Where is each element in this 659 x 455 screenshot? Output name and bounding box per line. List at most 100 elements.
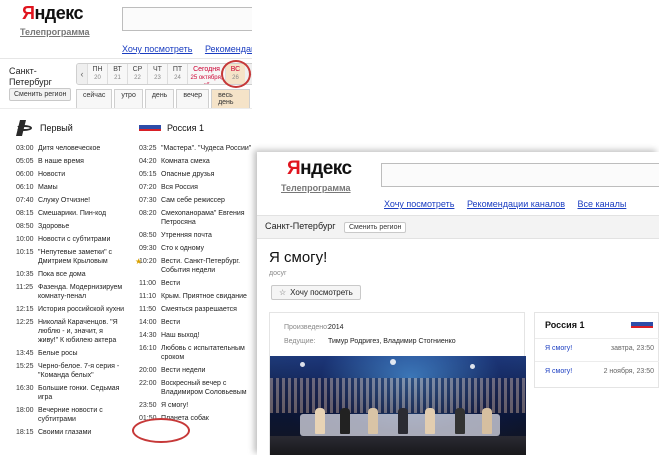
panel-channel-name: Россия 1 <box>545 320 585 330</box>
yandex-logo[interactable]: Яндекс <box>22 3 84 24</box>
stage-light <box>300 362 305 367</box>
program-item[interactable]: 08:20 Смехопанорама" Евгения Петросяна <box>139 209 252 227</box>
russia1-logo-icon <box>139 125 161 131</box>
day-label: ПН <box>92 66 103 73</box>
program-item[interactable]: 11:50 Смеяться разрешается <box>139 305 252 314</box>
nav-link-all-channels[interactable]: Все каналы <box>578 199 627 209</box>
top-nav: Хочу посмотреть Рекомендации каналов Все… <box>384 199 636 209</box>
day-fri[interactable]: ПТ 24 <box>167 64 187 84</box>
field-value: 2014 <box>328 324 344 331</box>
nav-link-want[interactable]: Хочу посмотреть <box>384 199 454 209</box>
program-time: 03:25 <box>139 145 157 152</box>
program-item[interactable]: 11:25 Фазенда. Модернизируем комнату-пена… <box>16 283 124 301</box>
channel-column-russia1: Россия 1 03:25 "Мастера". "Чудеса России"… <box>139 118 252 427</box>
channel-header[interactable]: Россия 1 <box>139 118 252 138</box>
day-today[interactable]: Сегодня 25 октября, сб <box>187 64 225 84</box>
program-time: 05:05 <box>16 158 34 165</box>
program-item[interactable]: 09:30 Сто к одному <box>139 244 252 253</box>
field-label: Произведено: <box>284 324 329 331</box>
person <box>455 408 465 434</box>
program-item[interactable]: 14:30 Наш выход! <box>139 331 252 340</box>
favorite-star-icon[interactable]: ★ <box>135 257 142 266</box>
program-item[interactable]: 07:20 Вся Россия <box>139 183 252 192</box>
logo-letter: Я <box>22 3 35 23</box>
program-item[interactable]: 20:00 Вести недели <box>139 366 252 375</box>
program-item[interactable]: 07:40 Служу Отчизне! <box>16 196 124 205</box>
program-item[interactable]: 13:45 Белые росы <box>16 349 124 358</box>
program-item[interactable]: 12:25 Николай Караченцов. "Я люблю - и, з… <box>16 318 124 345</box>
search-input[interactable] <box>381 163 659 187</box>
service-link[interactable]: Телепрограмма <box>20 27 90 37</box>
program-item[interactable]: 05:05 В наше время <box>16 157 124 166</box>
program-item[interactable]: 06:00 Новости <box>16 170 124 179</box>
program-time: 08:15 <box>16 210 34 217</box>
program-item[interactable]: 15:25 Черно-белое. 7-я серия - "Команда б… <box>16 362 124 380</box>
program-item[interactable]: 11:10 Крым. Приятное свидание <box>139 292 252 301</box>
nav-link-recommendations[interactable]: Рекомендации каналов <box>467 199 565 209</box>
filter-all-day[interactable]: весь день <box>211 89 250 109</box>
change-region-button[interactable]: Сменить регион <box>9 88 72 101</box>
highlight-circle <box>221 60 251 88</box>
program-time: 07:40 <box>16 197 34 204</box>
program-item[interactable]: 10:20 Вести. Санкт-Петербург. События нед… <box>139 257 252 275</box>
program-title: "Непутевые заметки" с Дмитрием Крыловым <box>38 249 113 265</box>
day-tue[interactable]: ВТ 21 <box>107 64 127 84</box>
program-time: 05:15 <box>139 171 157 178</box>
filter-day[interactable]: день <box>144 89 175 109</box>
program-item[interactable]: 12:15 История российской кухни <box>16 305 124 314</box>
program-item[interactable]: 16:30 Большие гонки. Седьмая игра <box>16 384 124 402</box>
program-time: 09:30 <box>139 245 157 252</box>
channel-header[interactable]: Первый <box>16 118 124 138</box>
program-item[interactable]: 10:00 Новости с субтитрами <box>16 235 124 244</box>
channel-name: Первый <box>40 123 73 133</box>
program-time: 11:25 <box>16 284 33 291</box>
program-title: В наше время <box>38 158 84 165</box>
program-title: Я смогу! <box>161 402 189 409</box>
nav-link-want[interactable]: Хочу посмотреть <box>122 44 192 54</box>
program-item[interactable]: 03:25 "Мастера". "Чудеса России" <box>139 144 252 153</box>
russia1-logo-icon <box>631 322 653 328</box>
prev-arrow-icon[interactable]: ‹ <box>77 64 87 84</box>
day-mon[interactable]: ПН 20 <box>87 64 107 84</box>
filter-morning[interactable]: утро <box>114 89 143 109</box>
program-item[interactable]: 16:10 Любовь с испытательным сроком <box>139 344 252 362</box>
want-to-watch-button[interactable]: ☆ Хочу посмотреть <box>271 285 361 300</box>
service-link[interactable]: Телепрограмма <box>281 183 351 193</box>
search-input[interactable] <box>122 7 252 31</box>
program-time: 07:20 <box>139 184 157 191</box>
day-thu[interactable]: ЧТ 23 <box>147 64 167 84</box>
day-label: ВТ <box>113 66 122 73</box>
program-item[interactable]: 18:00 Вечерние новости с субтитрами <box>16 406 124 424</box>
day-wed[interactable]: СР 22 <box>127 64 147 84</box>
yandex-logo[interactable]: Яндекс <box>287 158 352 180</box>
program-item[interactable]: 11:00 Вести <box>139 279 252 288</box>
program-item[interactable]: 22:00 Воскресный вечер с Владимиром Солов… <box>139 379 252 397</box>
program-item[interactable]: 06:10 Мамы <box>16 183 124 192</box>
highlight-circle <box>132 418 190 443</box>
field-value: Тимур Родригез, Владимир Стогниенко <box>328 338 456 345</box>
program-title: Новости <box>38 171 66 178</box>
filter-evening[interactable]: вечер <box>176 89 210 109</box>
airing-title[interactable]: Я смогу! <box>545 368 572 375</box>
nav-link-recommendations[interactable]: Рекомендаци <box>205 44 252 54</box>
program-item[interactable]: 10:35 Пока все дома <box>16 270 124 279</box>
airing-title[interactable]: Я смогу! <box>545 345 572 352</box>
program-item[interactable]: 05:15 Опасные друзья <box>139 170 252 179</box>
program-time: 11:50 <box>139 306 156 313</box>
program-title: Смехопанорама" Евгения Петросяна <box>161 210 245 226</box>
program-time: 04:20 <box>139 158 157 165</box>
program-item[interactable]: 08:50 Здоровье <box>16 222 124 231</box>
filter-now[interactable]: сейчас <box>76 89 113 109</box>
day-date: 22 <box>134 75 141 81</box>
program-item[interactable]: 10:15 "Непутевые заметки" с Дмитрием Крыл… <box>16 248 124 266</box>
program-item[interactable]: 03:00 Дитя человеческое <box>16 144 124 153</box>
program-item[interactable]: 18:15 Своими глазами <box>16 428 124 437</box>
change-region-button[interactable]: Сменить регион <box>344 222 407 233</box>
program-item[interactable]: 07:30 Сам себе режиссер <box>139 196 252 205</box>
program-item[interactable]: 04:20 Комната смеха <box>139 157 252 166</box>
program-item[interactable]: 14:00 Вести <box>139 318 252 327</box>
program-item[interactable]: 08:50 Утренняя почта <box>139 231 252 240</box>
program-item[interactable]: 08:15 Смешарики. Пин-код <box>16 209 124 218</box>
program-title: Смеяться разрешается <box>161 306 237 313</box>
program-item[interactable]: 23:50 Я смогу! <box>139 401 252 410</box>
